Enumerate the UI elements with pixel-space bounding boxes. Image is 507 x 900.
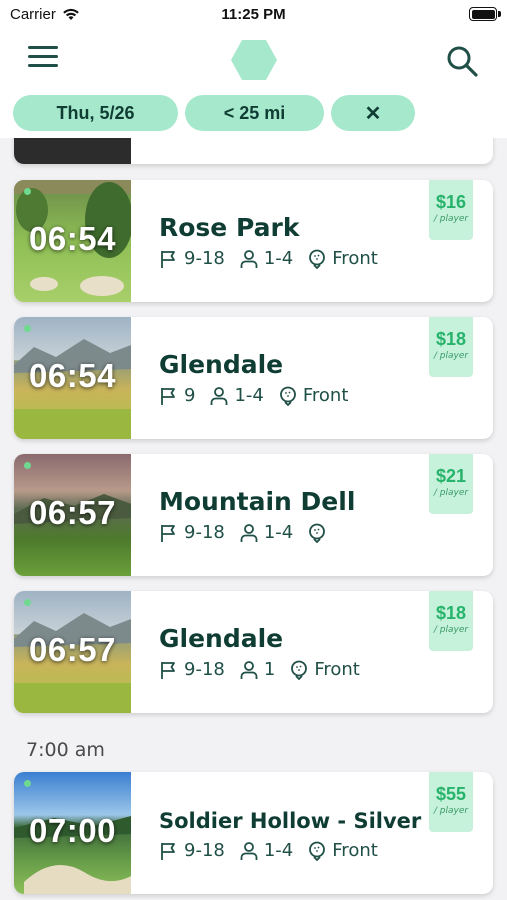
hamburger-menu-icon[interactable] <box>28 46 58 74</box>
tee-time-details: 9-18 1-4 Front <box>159 248 392 269</box>
flag-icon <box>161 524 175 542</box>
start-label: Front <box>332 248 378 269</box>
start-label: Front <box>332 840 378 861</box>
tee-time-card[interactable]: 06:54 Glendale 9 1-4 Front $18 / player <box>14 317 493 439</box>
tee-time-card[interactable]: 06:57 Glendale 9-18 1 Front $18 / player <box>14 591 493 713</box>
price-amount: $18 <box>435 329 467 349</box>
filter-bar: Thu, 5/26 < 25 mi ✕ <box>0 90 507 138</box>
players-label: 1-4 <box>263 840 294 861</box>
availability-dot <box>24 188 31 195</box>
tee-time-details: 9-18 1-4 <box>159 522 346 543</box>
price-amount: $16 <box>435 192 467 212</box>
price-badge: $21 / player <box>429 454 473 514</box>
price-unit: / player <box>433 214 469 224</box>
availability-dot <box>24 462 31 469</box>
search-icon[interactable] <box>445 44 479 78</box>
price-unit: / player <box>433 351 469 361</box>
course-thumbnail: 06:54 <box>14 317 131 439</box>
course-name: Mountain Dell <box>159 487 356 516</box>
course-thumbnail: 06:57 <box>14 454 131 576</box>
player-icon <box>240 523 258 542</box>
tee-time: 06:54 <box>29 357 116 394</box>
price-badge: $18 / player <box>429 591 473 651</box>
tee-time: 06:54 <box>29 220 116 257</box>
hexagon-logo-icon <box>231 40 277 80</box>
players-label: 1-4 <box>263 522 294 543</box>
time-section-header: 7:00 am <box>26 739 105 761</box>
tee-time-card[interactable]: 07:00 Soldier Hollow - Silver 9-18 1-4 F… <box>14 772 493 894</box>
flag-icon <box>161 842 175 860</box>
golf-ball-icon <box>309 249 326 269</box>
players-label: 1 <box>263 659 276 680</box>
price-badge: $55 / player <box>429 772 473 832</box>
price-unit: / player <box>433 806 469 816</box>
holes-label: 9-18 <box>184 840 225 861</box>
tee-time-details: 9-18 1 Front <box>159 659 374 680</box>
price-badge: $18 / player <box>429 317 473 377</box>
tee-time-details: 9-18 1-4 Front <box>159 840 392 861</box>
price-badge: $16 / player <box>429 180 473 240</box>
holes-label: 9-18 <box>184 659 225 680</box>
tee-time-details: 9 1-4 Front <box>159 385 362 406</box>
holes-label: 9-18 <box>184 522 225 543</box>
flag-icon <box>161 250 175 268</box>
tee-time-list[interactable]: 06:54 Rose Park 9-18 1-4 Front $16 / pla… <box>0 138 507 900</box>
distance-filter-chip[interactable]: < 25 mi <box>185 95 324 131</box>
golf-ball-icon <box>291 660 308 680</box>
course-thumbnail: 06:57 <box>14 591 131 713</box>
golf-ball-icon <box>279 386 296 406</box>
status-bar: Carrier 11:25 PM <box>0 0 507 30</box>
battery-icon <box>469 7 501 21</box>
course-thumbnail <box>14 138 131 164</box>
clear-filters-button[interactable]: ✕ <box>331 95 415 131</box>
price-unit: / player <box>433 488 469 498</box>
golf-ball-icon <box>309 841 326 861</box>
tee-time-card[interactable]: 06:54 Rose Park 9-18 1-4 Front $16 / pla… <box>14 180 493 302</box>
flag-icon <box>161 661 175 679</box>
course-name: Glendale <box>159 350 284 379</box>
players-label: 1-4 <box>263 248 294 269</box>
player-icon <box>211 386 228 405</box>
tee-time-card[interactable]: 06:57 Mountain Dell 9-18 1-4 $21 / playe… <box>14 454 493 576</box>
course-thumbnail: 07:00 <box>14 772 131 894</box>
flag-icon <box>161 387 175 405</box>
price-amount: $21 <box>435 466 467 486</box>
player-icon <box>240 249 258 268</box>
date-filter-chip[interactable]: Thu, 5/26 <box>13 95 178 131</box>
course-name: Rose Park <box>159 213 300 242</box>
price-unit: / player <box>433 625 469 635</box>
availability-dot <box>24 599 31 606</box>
start-label: Front <box>314 659 360 680</box>
status-time: 11:25 PM <box>221 6 286 23</box>
availability-dot <box>24 325 31 332</box>
golf-ball-icon <box>309 523 326 543</box>
tee-time: 06:57 <box>29 631 116 668</box>
player-icon <box>240 841 258 860</box>
price-amount: $55 <box>435 784 467 804</box>
tee-time-card-partial[interactable] <box>14 138 493 164</box>
players-label: 1-4 <box>234 385 264 406</box>
start-label: Front <box>302 385 349 406</box>
course-name: Glendale <box>159 624 284 653</box>
price-amount: $18 <box>435 603 467 623</box>
player-icon <box>240 660 258 679</box>
tee-time: 07:00 <box>29 812 116 849</box>
tee-time: 06:57 <box>29 494 116 531</box>
course-thumbnail: 06:54 <box>14 180 131 302</box>
course-name: Soldier Hollow - Silver <box>159 809 422 833</box>
holes-label: 9 <box>184 385 196 406</box>
availability-dot <box>24 780 31 787</box>
holes-label: 9-18 <box>184 248 225 269</box>
nav-bar <box>0 30 507 90</box>
